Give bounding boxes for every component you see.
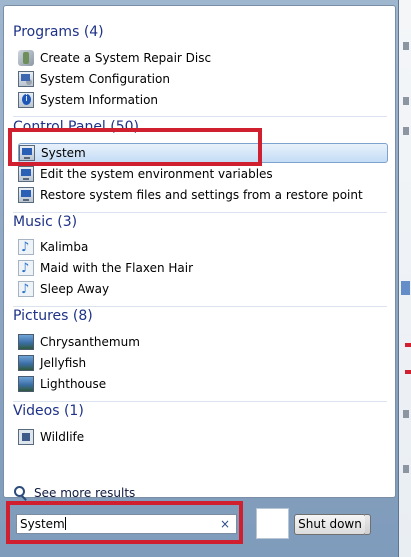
music-group-header[interactable]: Music (3) — [13, 212, 77, 232]
result-label: Restore system files and settings from a… — [40, 188, 363, 202]
pictures-group-header[interactable]: Pictures (8) — [13, 306, 93, 326]
result-label: Create a System Repair Disc — [40, 51, 212, 65]
highlight-box-search-input — [6, 501, 243, 544]
shutdown-options-arrow[interactable] — [365, 514, 371, 535]
see-more-results-link[interactable]: See more results — [14, 485, 135, 501]
music-file-icon: ♪ — [18, 239, 34, 255]
result-label: Chrysanthemum — [40, 335, 140, 349]
system-icon — [18, 187, 34, 203]
shut-down-button[interactable]: Shut down — [294, 514, 366, 535]
result-wildlife[interactable]: Wildlife — [18, 427, 388, 447]
result-label: Kalimba — [40, 240, 89, 254]
picture-file-icon — [18, 376, 34, 392]
picture-file-icon — [18, 355, 34, 371]
result-maid-with-the-flaxen-hair[interactable]: ♪ Maid with the Flaxen Hair — [18, 258, 388, 278]
blank-tile — [256, 508, 289, 539]
result-create-system-repair-disc[interactable]: Create a System Repair Disc — [18, 48, 388, 68]
video-file-icon — [18, 429, 34, 445]
result-system-configuration[interactable]: System Configuration — [18, 69, 388, 89]
result-label: Lighthouse — [40, 377, 107, 391]
result-label: System Configuration — [40, 72, 170, 86]
result-label: Jellyfish — [40, 356, 87, 370]
result-label: System Information — [40, 93, 159, 107]
picture-file-icon — [18, 334, 34, 350]
result-chrysanthemum[interactable]: Chrysanthemum — [18, 332, 388, 352]
result-label: Edit the system environment variables — [40, 167, 273, 181]
highlight-box-system-result — [8, 128, 262, 166]
start-menu: Programs (4) Create a System Repair Disc… — [0, 0, 399, 557]
search-icon — [14, 486, 28, 500]
result-sleep-away[interactable]: ♪ Sleep Away — [18, 279, 388, 299]
search-results-panel: Programs (4) Create a System Repair Disc… — [3, 5, 396, 501]
music-file-icon: ♪ — [18, 260, 34, 276]
programs-group-header[interactable]: Programs (4) — [13, 22, 104, 42]
background-window-edge — [398, 0, 411, 557]
result-lighthouse[interactable]: Lighthouse — [18, 374, 388, 394]
result-jellyfish[interactable]: Jellyfish — [18, 353, 388, 373]
result-kalimba[interactable]: ♪ Kalimba — [18, 237, 388, 257]
see-more-label: See more results — [34, 486, 136, 500]
videos-group-header[interactable]: Videos (1) — [13, 401, 84, 421]
result-system-information[interactable]: System Information — [18, 90, 388, 110]
music-file-icon: ♪ — [18, 281, 34, 297]
result-label: Maid with the Flaxen Hair — [40, 261, 194, 275]
system-icon — [18, 166, 34, 182]
result-label: Sleep Away — [40, 282, 110, 296]
result-label: Wildlife — [40, 430, 85, 444]
system-information-icon — [18, 92, 34, 108]
result-restore-system-files[interactable]: Restore system files and settings from a… — [18, 185, 388, 205]
repair-disc-icon — [18, 50, 34, 66]
result-edit-environment-variables[interactable]: Edit the system environment variables — [18, 164, 388, 184]
system-configuration-icon — [18, 71, 34, 87]
